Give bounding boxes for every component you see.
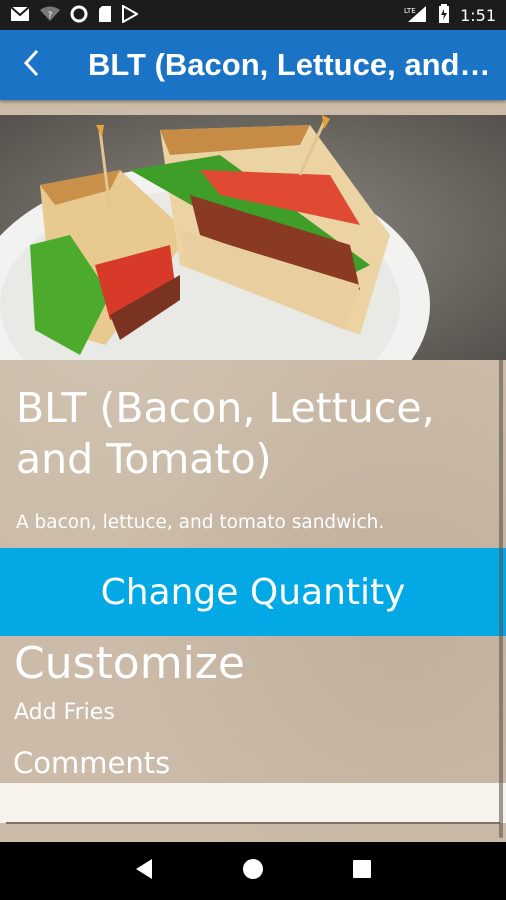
wifi-question-icon: ? bbox=[40, 6, 60, 25]
svg-text:?: ? bbox=[48, 11, 53, 21]
item-name: BLT (Bacon, Lettuce, and Tomato) bbox=[16, 384, 435, 483]
home-circle-icon bbox=[242, 858, 264, 884]
mail-icon bbox=[10, 5, 30, 25]
back-button[interactable] bbox=[0, 30, 62, 100]
network-type: LTE bbox=[404, 7, 416, 15]
page-title: BLT (Bacon, Lettuce, and Tomato) bbox=[88, 47, 498, 82]
comments-input[interactable] bbox=[0, 783, 506, 823]
clock: 1:51 bbox=[460, 5, 496, 25]
status-bar-system: LTE 1:51 bbox=[404, 3, 496, 27]
customize-heading: Customize bbox=[14, 638, 245, 689]
scrollbar[interactable] bbox=[499, 358, 503, 838]
item-description: A bacon, lettuce, and tomato sandwich. bbox=[16, 512, 385, 533]
nav-home-button[interactable] bbox=[233, 851, 273, 891]
comments-underline bbox=[6, 822, 500, 824]
item-photo bbox=[0, 115, 506, 360]
option-add-fries[interactable]: Add Fries bbox=[14, 700, 115, 725]
signal-icon: LTE bbox=[404, 5, 428, 26]
nav-back-button[interactable] bbox=[124, 851, 164, 891]
status-bar: ? LTE 1:51 bbox=[0, 0, 506, 30]
sd-card-icon bbox=[98, 5, 112, 26]
recents-square-icon bbox=[352, 859, 372, 883]
sandwich-image bbox=[0, 115, 506, 360]
chevron-left-icon bbox=[22, 49, 40, 81]
status-bar-notifications: ? bbox=[10, 3, 140, 26]
navigation-bar bbox=[0, 842, 506, 900]
item-detail-content: BLT (Bacon, Lettuce, and Tomato) A bacon… bbox=[0, 100, 506, 842]
circle-icon bbox=[70, 5, 88, 26]
change-quantity-button[interactable]: Change Quantity bbox=[0, 548, 506, 636]
app-bar: BLT (Bacon, Lettuce, and Tomato) bbox=[0, 30, 506, 100]
comments-label: Comments bbox=[13, 746, 171, 780]
back-triangle-icon bbox=[134, 858, 154, 884]
nav-recents-button[interactable] bbox=[342, 851, 382, 891]
play-store-icon bbox=[122, 3, 140, 26]
battery-icon bbox=[438, 3, 450, 27]
